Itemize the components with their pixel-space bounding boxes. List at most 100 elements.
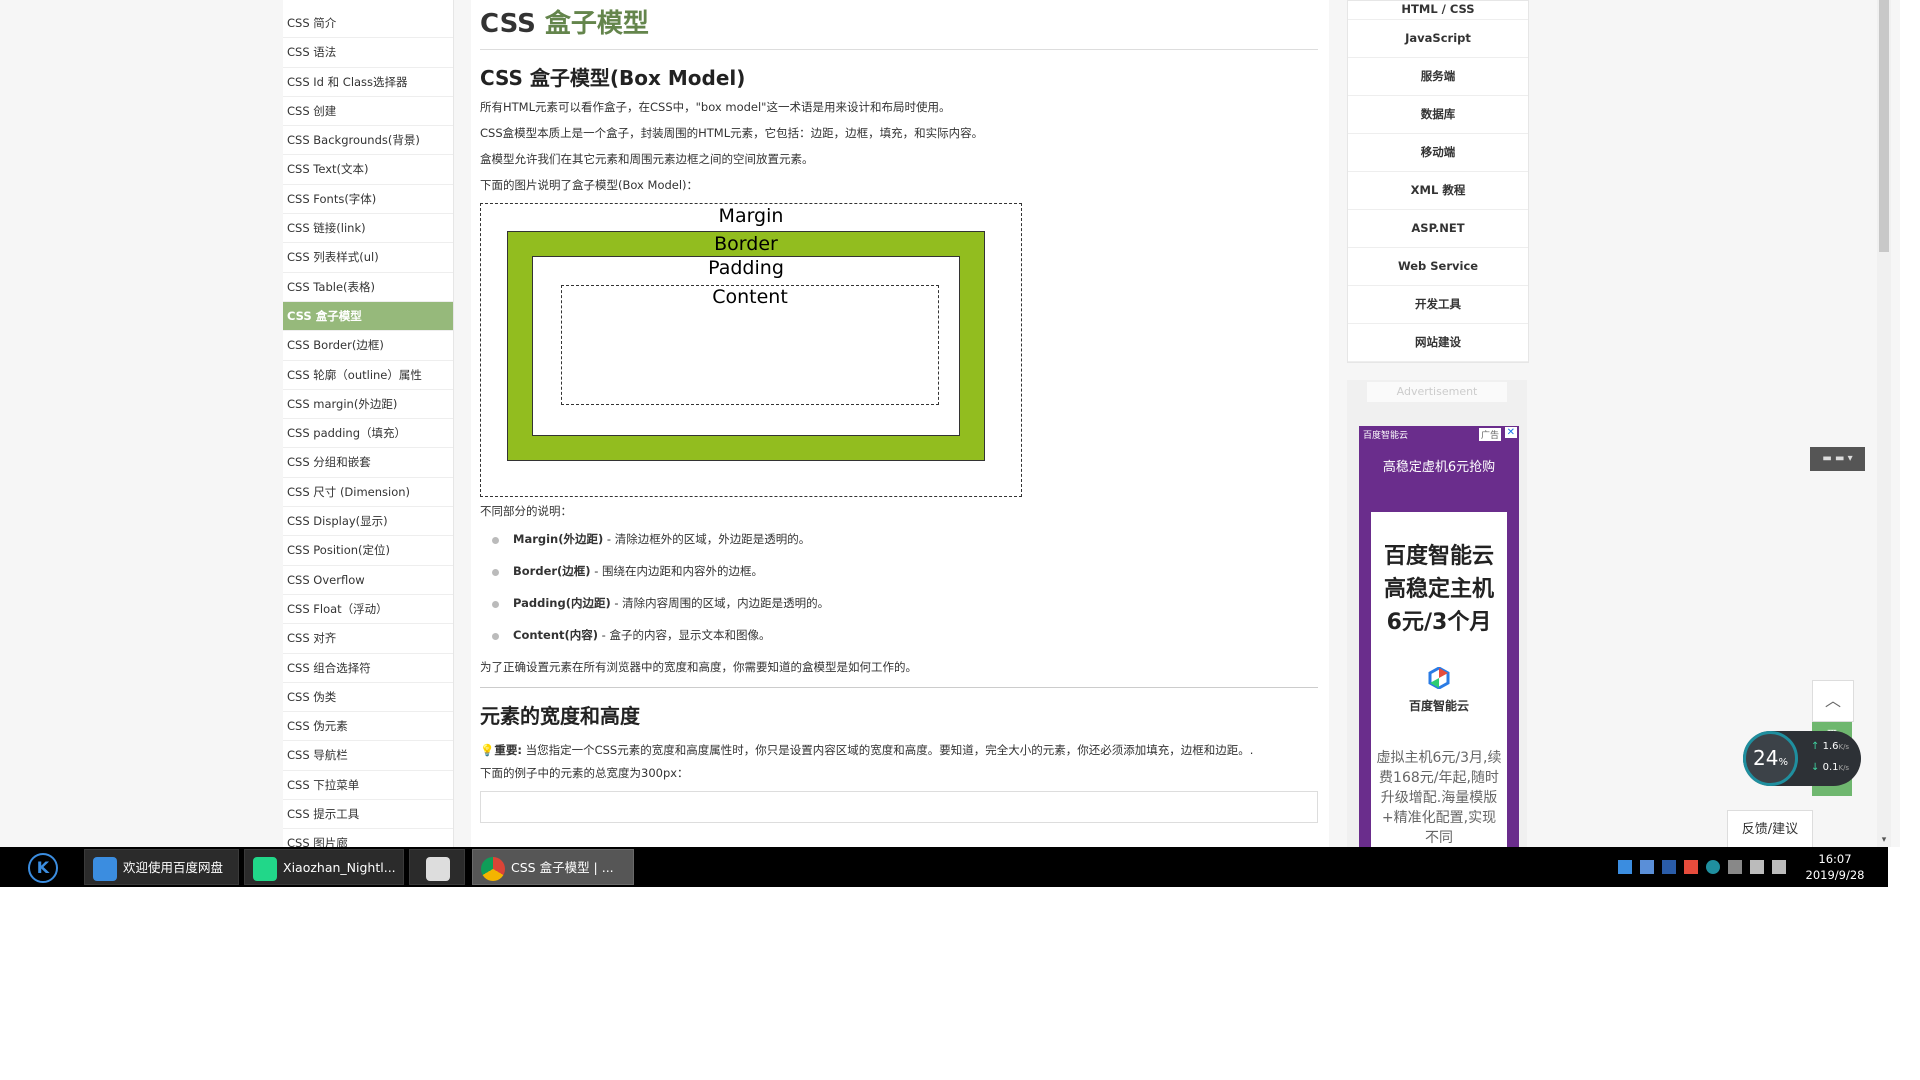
pycharm-icon: [253, 856, 277, 881]
right-nav-item[interactable]: 网站建设: [1348, 324, 1528, 362]
sidebar-item[interactable]: CSS 导航栏: [283, 741, 453, 771]
box-model-diagram: Margin Border Padding Content: [480, 203, 1022, 497]
net-upload-speed: ↑ 1.6K/s: [1811, 741, 1850, 752]
main-content: CSS 盒子模型 CSS 盒子模型(Box Model) 所有HTML元素可以看…: [471, 0, 1329, 847]
sidebar-item[interactable]: CSS Border(边框): [283, 331, 453, 361]
diagram-content-area: Content: [561, 285, 939, 405]
page-title: CSS 盒子模型: [480, 9, 1318, 50]
sidebar-item[interactable]: CSS 伪类: [283, 683, 453, 713]
intro-paragraph: 盒模型允许我们在其它元素和周围元素边框之间的空间放置元素。: [480, 152, 814, 166]
sidebar-item[interactable]: CSS Float（浮动）: [283, 595, 453, 625]
parts-list: Margin(外边距) - 清除边框外的区域，外边距是透明的。 Border(边框…: [480, 531, 1318, 643]
ad-description: 虚拟主机6元/3月,续费168元/年起,随时升级增配.海量模版+精准化配置,实现…: [1376, 750, 1502, 846]
left-sidebar: CSS 简介 CSS 语法 CSS Id 和 Class选择器 CSS 创建 CSS B…: [283, 0, 454, 847]
right-nav-item[interactable]: 开发工具: [1348, 286, 1528, 324]
network-speed-widget[interactable]: 24% ↑ 1.6K/s ↓ 0.1K/s: [1743, 731, 1861, 786]
tray-baidu-icon[interactable]: [1618, 860, 1632, 874]
taskbar-notepad[interactable]: [409, 849, 465, 885]
right-nav-item[interactable]: XML 教程: [1348, 172, 1528, 210]
sidebar-item[interactable]: CSS Backgrounds(背景): [283, 126, 453, 156]
tray-shield-icon[interactable]: [1662, 860, 1676, 874]
right-nav-item[interactable]: JavaScript: [1348, 20, 1528, 58]
sidebar-item[interactable]: CSS Display(显示): [283, 507, 453, 537]
sidebar-item[interactable]: CSS 提示工具: [283, 800, 453, 830]
sidebar-item[interactable]: CSS Id 和 Class选择器: [283, 68, 453, 97]
divider: [480, 687, 1318, 688]
feedback-button[interactable]: 反馈/建议: [1727, 810, 1813, 847]
tray-wifi-icon[interactable]: [1750, 860, 1764, 874]
sidebar-item[interactable]: CSS margin(外边距): [283, 390, 453, 420]
tray-app-icon[interactable]: [1640, 860, 1654, 874]
sidebar-item[interactable]: CSS 分组和嵌套: [283, 448, 453, 478]
right-nav-item[interactable]: 服务端: [1348, 58, 1528, 96]
sidebar-item[interactable]: CSS 列表样式(ul): [283, 243, 453, 273]
section-heading-box-model: CSS 盒子模型(Box Model): [480, 66, 746, 90]
parts-list-item: Border(边框) - 围绕在内边距和内容外的边框。: [480, 563, 1318, 579]
diagram-border-area: Border Padding Content: [507, 231, 985, 461]
tray-speaker-icon[interactable]: [1684, 860, 1698, 874]
sidebar-item[interactable]: CSS 尺寸 (Dimension): [283, 478, 453, 508]
ad-topbar: 百度智能云 广告 ✕: [1363, 427, 1517, 441]
sidebar-item[interactable]: CSS 创建: [283, 97, 453, 127]
diagram-content-label: Content: [712, 286, 788, 308]
back-to-top-button[interactable]: ︿: [1812, 680, 1854, 722]
windows-taskbar: K 欢迎使用百度网盘 Xiaozhan_Nightl... CSS 盒子模型 |…: [0, 847, 1888, 887]
right-nav-item[interactable]: ASP.NET: [1348, 210, 1528, 248]
notepad-icon: [426, 856, 450, 881]
sidebar-item[interactable]: CSS 下拉菜单: [283, 771, 453, 801]
sidebar-item[interactable]: CSS 链接(link): [283, 214, 453, 244]
ad-label: Advertisement: [1367, 382, 1507, 402]
ad-section: Advertisement 百度智能云 广告 ✕ 高稳定虚机6元抢购 百度智能云…: [1347, 380, 1527, 847]
sidebar-item[interactable]: CSS 简介: [283, 9, 453, 39]
lightbulb-icon: 💡: [480, 743, 495, 757]
sidebar-item[interactable]: CSS 语法: [283, 38, 453, 68]
example-text: 下面的例子中的元素的总宽度为300px：: [480, 766, 689, 780]
taskbar-chrome[interactable]: CSS 盒子模型 | ...: [472, 849, 634, 885]
important-note: 💡重要: 当您指定一个CSS元素的宽度和高度属性时，你只是设置内容区域的宽度和高…: [480, 743, 1254, 757]
tray-chevron-icon[interactable]: [1728, 860, 1742, 874]
intro-paragraph: 所有HTML元素可以看作盒子，在CSS中，"box model"这一术语是用来设…: [480, 100, 951, 114]
sidebar-item[interactable]: CSS Text(文本): [283, 155, 453, 185]
sidebar-item[interactable]: CSS Table(表格): [283, 273, 453, 302]
parts-outro: 为了正确设置元素在所有浏览器中的宽度和高度，你需要知道的盒模型是如何工作的。: [480, 660, 917, 674]
sidebar-item[interactable]: CSS 盒子模型: [283, 301, 453, 332]
ad-headline: 高稳定虚机6元抢购: [1382, 460, 1496, 475]
scroll-down-arrow-icon[interactable]: ▾: [1877, 833, 1891, 847]
sidebar-item[interactable]: CSS 组合选择符: [283, 654, 453, 683]
diagram-padding-area: Padding Content: [532, 256, 960, 436]
taskbar-baidu-netdisk[interactable]: 欢迎使用百度网盘: [84, 849, 239, 885]
sidebar-item[interactable]: CSS Overflow: [283, 566, 453, 595]
diagram-margin-label: Margin: [718, 205, 784, 227]
diagram-border-label: Border: [714, 233, 778, 255]
sidebar-item[interactable]: CSS 伪元素: [283, 712, 453, 742]
right-nav-item[interactable]: 移动端: [1348, 134, 1528, 172]
floating-toolbar[interactable]: ▬ ▬ ▾: [1810, 447, 1865, 471]
tray-network-icon[interactable]: [1706, 860, 1720, 874]
page-scrollbar[interactable]: ▾: [1877, 0, 1891, 847]
chrome-icon: [481, 856, 505, 881]
taskbar-pycharm[interactable]: Xiaozhan_Nightl...: [244, 849, 404, 885]
scrollbar-thumb[interactable]: [1879, 0, 1889, 252]
ad-white-panel: 百度智能云 高稳定主机 6元/3个月 百度智能云 虚拟主机6元/3月,续费168…: [1371, 512, 1507, 847]
sidebar-item[interactable]: CSS 对齐: [283, 624, 453, 654]
intro-paragraph: 下面的图片说明了盒子模型(Box Model)：: [480, 178, 699, 192]
right-nav-item[interactable]: Web Service: [1348, 248, 1528, 286]
parts-list-item: Padding(内边距) - 清除内容周围的区域，内边距是透明的。: [480, 595, 1318, 611]
sidebar-item[interactable]: CSS 图片廊: [283, 829, 453, 847]
tray-volume-icon[interactable]: [1772, 860, 1786, 874]
sidebar-item[interactable]: CSS 轮廓（outline）属性: [283, 361, 453, 390]
ad-close-icon[interactable]: ✕: [1504, 427, 1517, 438]
start-button[interactable]: K: [28, 853, 58, 883]
ad-card[interactable]: 百度智能云 广告 ✕ 高稳定虚机6元抢购 百度智能云 高稳定主机 6元/3个月 …: [1359, 426, 1519, 847]
intro-paragraph: CSS盒模型本质上是一个盒子，封装周围的HTML元素，它包括：边距，边框，填充，…: [480, 126, 984, 140]
section-heading-width-height: 元素的宽度和高度: [480, 704, 640, 728]
baidu-netdisk-icon: [93, 856, 117, 881]
sidebar-item[interactable]: CSS Position(定位): [283, 536, 453, 566]
taskbar-clock[interactable]: 16:07 2019/9/28: [1800, 851, 1870, 883]
right-nav-item[interactable]: 数据库: [1348, 96, 1528, 134]
sidebar-item[interactable]: CSS padding（填充）: [283, 419, 453, 449]
system-tray: 16:07 2019/9/28: [1618, 847, 1878, 887]
right-nav-item[interactable]: HTML / CSS: [1348, 1, 1528, 20]
sidebar-item[interactable]: CSS Fonts(字体): [283, 185, 453, 215]
ad-big-text: 百度智能云 高稳定主机 6元/3个月: [1383, 544, 1494, 635]
